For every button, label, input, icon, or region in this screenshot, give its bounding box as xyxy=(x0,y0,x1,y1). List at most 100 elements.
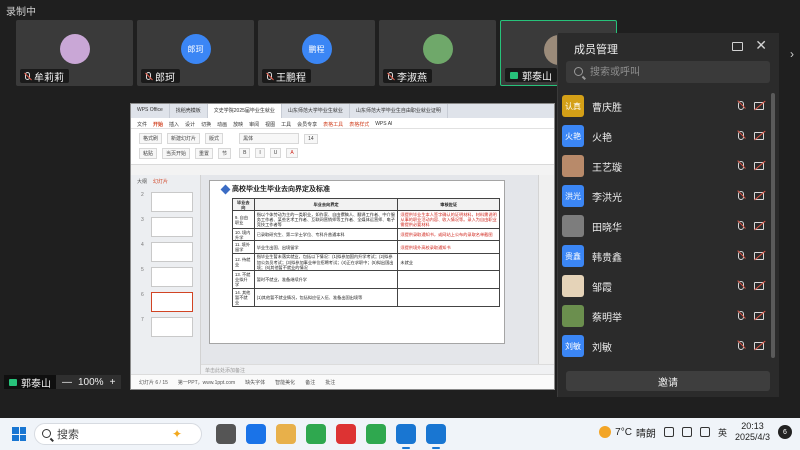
menu-item[interactable]: 工具 xyxy=(281,121,291,128)
member-row[interactable]: 邹霞 xyxy=(558,271,770,301)
menu-item[interactable]: 放映 xyxy=(233,121,243,128)
member-row[interactable]: 王艺璇 xyxy=(558,151,770,181)
menu-item[interactable]: 动画 xyxy=(217,121,227,128)
clock[interactable]: 20:13 2025/4/3 xyxy=(735,421,770,443)
slide-thumbnail[interactable]: 2 xyxy=(131,189,200,214)
underline-button[interactable]: U xyxy=(269,148,282,158)
menu-item[interactable]: 文件 xyxy=(137,121,147,128)
copilot-icon[interactable]: ✦ xyxy=(172,427,182,441)
video-tile[interactable]: 牟莉莉 xyxy=(16,20,133,86)
member-row[interactable]: 认真 曹庆胜 xyxy=(558,91,770,121)
italic-button[interactable]: I xyxy=(255,148,265,158)
chevron-up-icon[interactable] xyxy=(663,427,674,437)
network-icon[interactable] xyxy=(699,427,710,437)
mic-muted-icon[interactable] xyxy=(738,191,744,200)
video-tile[interactable]: 郎珂 郎珂 xyxy=(137,20,254,86)
slide-thumbnail[interactable]: 6 xyxy=(131,289,200,314)
camera-off-icon[interactable] xyxy=(754,312,764,320)
close-icon[interactable]: ✕ xyxy=(755,37,767,54)
doc-tab[interactable]: 山东师范大学毕业生自由职业就业证明 xyxy=(350,104,448,118)
mic-muted-icon[interactable] xyxy=(738,341,744,350)
camera-off-icon[interactable] xyxy=(754,162,764,170)
menu-item[interactable]: 设计 xyxy=(185,121,195,128)
doc-tab[interactable]: WPS Office xyxy=(131,104,170,118)
font-color-button[interactable]: A xyxy=(286,148,298,158)
camera-off-icon[interactable] xyxy=(754,252,764,260)
camera-off-icon[interactable] xyxy=(754,222,764,230)
notes-placeholder[interactable]: 单击此处添加备注 xyxy=(201,364,554,374)
taskbar-app-icon[interactable] xyxy=(216,424,236,444)
mic-muted-icon[interactable] xyxy=(738,281,744,290)
doc-tab[interactable]: 山东师范大学毕业生就业 xyxy=(282,104,350,118)
status-item[interactable]: 智能美化 xyxy=(275,379,295,386)
doc-tab[interactable]: 文史学院2025届毕业生就业 xyxy=(207,104,282,118)
camera-off-icon[interactable] xyxy=(754,102,764,110)
font-size-select[interactable]: 14 xyxy=(304,133,318,144)
member-row[interactable]: 蔡明举 xyxy=(558,301,770,331)
mic-muted-icon[interactable] xyxy=(738,161,744,170)
doc-tab[interactable]: 找稻壳模板 xyxy=(170,104,208,118)
status-item[interactable]: 批注 xyxy=(325,379,335,386)
member-row[interactable]: 火艳 火艳 xyxy=(558,121,770,151)
mic-muted-icon[interactable] xyxy=(738,221,744,230)
windows-start-icon[interactable] xyxy=(12,427,26,441)
paste-button[interactable]: 粘贴 xyxy=(139,148,158,159)
camera-off-icon[interactable] xyxy=(754,342,764,350)
ime-indicator[interactable]: 英 xyxy=(718,426,727,439)
menu-item[interactable]: 插入 xyxy=(169,121,179,128)
taskbar-app-icon[interactable] xyxy=(336,424,356,444)
menu-item[interactable]: 视图 xyxy=(265,121,275,128)
mic-muted-icon[interactable] xyxy=(738,251,744,260)
status-item[interactable]: 备注 xyxy=(305,379,315,386)
taskbar-app-icon[interactable] xyxy=(426,424,446,449)
member-row[interactable]: 洪光 李洪光 xyxy=(558,181,770,211)
slide-thumbnail[interactable]: 5 xyxy=(131,264,200,289)
taskbar-app-icon[interactable] xyxy=(276,424,296,444)
notification-badge[interactable]: 6 xyxy=(778,425,792,439)
menu-item[interactable]: 审阅 xyxy=(249,121,259,128)
taskbar-app-icon[interactable] xyxy=(246,424,266,444)
font-select[interactable]: 黑体 xyxy=(239,133,300,144)
video-tile[interactable]: 鹏程 王鹏程 xyxy=(258,20,375,86)
camera-off-icon[interactable] xyxy=(754,132,764,140)
member-search-input[interactable] xyxy=(566,61,770,83)
section-button[interactable]: 节 xyxy=(218,148,232,159)
thumb-pane-tab[interactable]: 幻灯片 xyxy=(153,178,168,185)
weather-widget[interactable]: 7°C 晴朗 xyxy=(599,425,656,440)
zoom-out-button[interactable]: — xyxy=(62,377,72,388)
mic-muted-icon[interactable] xyxy=(738,311,744,320)
slide-thumbnail[interactable]: 3 xyxy=(131,214,200,239)
camera-off-icon[interactable] xyxy=(754,282,764,290)
zoom-in-button[interactable]: + xyxy=(110,377,116,388)
menu-item[interactable]: 开始 xyxy=(153,121,163,128)
menu-item[interactable]: 切换 xyxy=(201,121,211,128)
thumb-pane-tab[interactable]: 大纲 xyxy=(137,178,147,185)
bold-button[interactable]: B xyxy=(239,148,251,158)
chevron-right-icon[interactable]: › xyxy=(790,47,794,61)
mic-muted-icon[interactable] xyxy=(738,101,744,110)
member-row[interactable]: 田晓华 xyxy=(558,211,770,241)
video-tile[interactable]: 李淑燕 xyxy=(379,20,496,86)
taskbar-app-icon[interactable] xyxy=(396,424,416,449)
menu-item[interactable]: 表格样式 xyxy=(349,121,369,128)
menu-item[interactable]: 表格工具 xyxy=(323,121,343,128)
format-painter-button[interactable]: 格式刷 xyxy=(139,133,163,144)
mic-muted-icon[interactable] xyxy=(738,131,744,140)
current-start-button[interactable]: 当页开始 xyxy=(162,148,191,159)
taskbar-app-icon[interactable] xyxy=(306,424,326,444)
slide[interactable]: 高校毕业生毕业去向界定及标准 毕业去向 毕业去向界定 审核佐证 9. 自由职业 指以个… xyxy=(209,180,505,344)
slide-thumbnail[interactable]: 4 xyxy=(131,239,200,264)
popout-icon[interactable] xyxy=(732,42,743,51)
taskbar-app-icon[interactable] xyxy=(366,424,386,444)
volume-icon[interactable] xyxy=(681,427,692,437)
menu-item[interactable]: 会员专享 xyxy=(297,121,317,128)
member-row[interactable]: 刘敏 刘敏 xyxy=(558,331,770,361)
panel-scrollbar[interactable] xyxy=(771,93,775,358)
member-row[interactable]: 贵鑫 韩贵鑫 xyxy=(558,241,770,271)
reset-button[interactable]: 重置 xyxy=(195,148,214,159)
menu-item[interactable]: WPS AI xyxy=(375,121,392,127)
new-slide-button[interactable]: 新建幻灯片 xyxy=(167,133,201,144)
camera-off-icon[interactable] xyxy=(754,192,764,200)
slide-thumbnail[interactable]: 7 xyxy=(131,314,200,339)
invite-button[interactable]: 邀请 xyxy=(566,371,770,391)
